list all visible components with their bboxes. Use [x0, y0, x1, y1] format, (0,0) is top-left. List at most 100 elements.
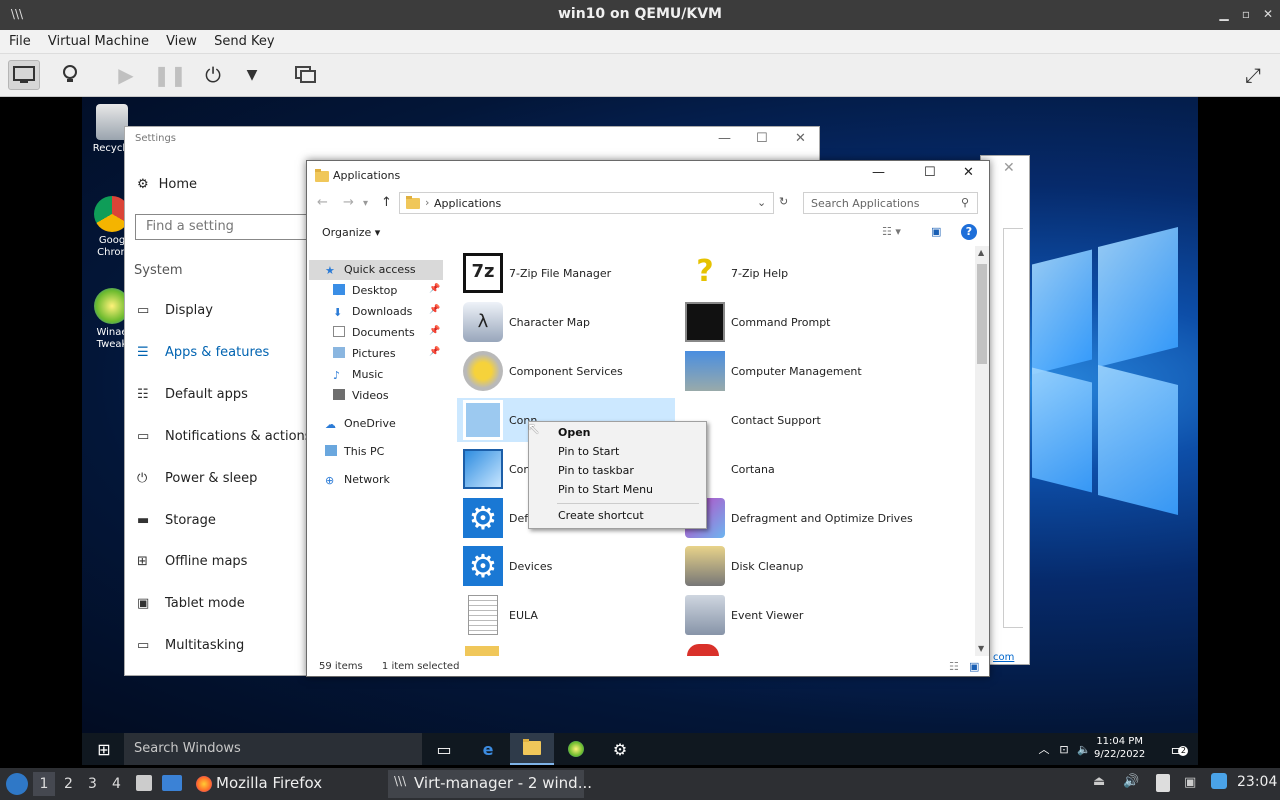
context-menu-pin-to-start-menu[interactable]: Pin to Start Menu: [558, 483, 653, 496]
network-tray-icon[interactable]: ⊡: [1054, 733, 1074, 765]
menu-file[interactable]: File: [9, 30, 31, 49]
context-menu-pin-to-start[interactable]: Pin to Start: [558, 445, 619, 458]
clipboard-icon[interactable]: [1156, 774, 1170, 792]
vertical-scrollbar[interactable]: ▲ ▼: [975, 246, 989, 656]
action-center-icon[interactable]: ▭2: [1156, 733, 1200, 765]
nav-network[interactable]: ⊕ Network: [325, 473, 390, 487]
app-item[interactable]: ⚙ Devices: [457, 544, 675, 588]
address-dropdown-icon[interactable]: ⌄: [757, 196, 766, 209]
view-options-icon[interactable]: ☷ ▾: [882, 225, 901, 238]
context-menu-create-shortcut[interactable]: Create shortcut: [558, 509, 644, 522]
file-manager-launcher-icon[interactable]: [136, 775, 152, 791]
task-virt-manager[interactable]: \\\ Virt-manager - 2 wind...: [388, 770, 592, 798]
refresh-icon[interactable]: ↻: [779, 195, 788, 208]
close-icon[interactable]: ✕: [1260, 6, 1276, 22]
edge-icon[interactable]: e: [466, 733, 510, 765]
minimize-icon[interactable]: —: [718, 131, 731, 146]
nav-quick-access[interactable]: ★ Quick access: [325, 263, 416, 277]
find-setting-input[interactable]: Find a setting: [135, 214, 335, 240]
large-icons-view-icon[interactable]: ▣: [969, 660, 979, 673]
nav-videos[interactable]: Videos: [333, 389, 389, 402]
nav-pictures[interactable]: Pictures 📌: [333, 347, 440, 360]
app-item[interactable]: ? 7-Zip Help: [679, 251, 897, 295]
task-view-icon[interactable]: ▭: [422, 733, 466, 765]
minimize-icon[interactable]: —: [872, 165, 885, 180]
nav-onedrive[interactable]: ☁ OneDrive: [325, 417, 396, 431]
maximize-icon[interactable]: ☐: [756, 131, 768, 146]
scroll-down-icon[interactable]: ▼: [978, 644, 984, 653]
app-item[interactable]: Defragment and Optimize Drives: [679, 496, 913, 540]
scrollbar-thumb[interactable]: [977, 264, 987, 364]
menu-virtual-machine[interactable]: Virtual Machine: [48, 30, 149, 49]
app-item[interactable]: Component Services: [457, 349, 675, 393]
eject-icon[interactable]: ⏏: [1093, 774, 1105, 789]
settings-gear-icon[interactable]: ⚙: [598, 733, 642, 765]
settings-nav-apps-features[interactable]: ☰ Apps & features: [137, 345, 269, 360]
preview-pane-icon[interactable]: ▣: [931, 225, 941, 238]
dropdown-icon[interactable]: ▼: [236, 60, 268, 90]
close-icon[interactable]: ✕: [795, 131, 806, 146]
app-item[interactable]: EULA: [457, 593, 675, 637]
windows-clock[interactable]: 11:04 PM 9/22/2022: [1094, 735, 1145, 761]
pause-icon[interactable]: ❚❚: [153, 60, 187, 90]
chrome-taskbar-icon[interactable]: [554, 733, 598, 765]
settings-nav-notifications[interactable]: ▭ Notifications & actions: [137, 429, 312, 444]
windows-start-icon[interactable]: ⊞: [82, 733, 126, 765]
menu-send-key[interactable]: Send Key: [214, 30, 274, 49]
app-item[interactable]: Cortana: [679, 447, 897, 491]
terminal-launcher-icon[interactable]: [162, 775, 182, 791]
battery-icon[interactable]: ▣: [1184, 775, 1196, 790]
forward-arrow-icon[interactable]: →: [343, 195, 354, 210]
settings-nav-display[interactable]: ▭ Display: [137, 303, 213, 318]
settings-nav-tablet-mode[interactable]: ▣ Tablet mode: [137, 596, 245, 611]
lightbulb-icon[interactable]: [54, 60, 86, 90]
settings-nav-storage[interactable]: ▬ Storage: [137, 513, 216, 528]
fullscreen-icon[interactable]: ⤢: [1237, 60, 1269, 90]
settings-nav-offline-maps[interactable]: ⊞ Offline maps: [137, 554, 247, 569]
search-applications-input[interactable]: Search Applications: [803, 192, 978, 214]
context-menu-pin-to-taskbar[interactable]: Pin to taskbar: [558, 464, 634, 477]
maximize-icon[interactable]: ▫: [1238, 6, 1254, 22]
app-item[interactable]: 7z 7-Zip File Manager: [457, 251, 675, 295]
task-firefox[interactable]: Mozilla Firefox: [190, 770, 383, 798]
workspace-3[interactable]: 3: [88, 776, 97, 792]
panel-clock[interactable]: 23:04: [1237, 774, 1277, 790]
help-icon[interactable]: ?: [961, 224, 977, 240]
settings-nav-multitasking[interactable]: ▭ Multitasking: [137, 638, 244, 653]
scroll-up-icon[interactable]: ▲: [978, 248, 984, 257]
app-item[interactable]: Command Prompt: [679, 300, 897, 344]
settings-nav-power-sleep[interactable]: ⏻ Power & sleep: [137, 471, 257, 486]
workspace-4[interactable]: 4: [112, 776, 121, 792]
nav-music[interactable]: ♪ Music: [333, 368, 383, 382]
close-icon[interactable]: ✕: [1003, 160, 1015, 176]
monitor-icon[interactable]: [8, 60, 40, 90]
file-explorer-icon[interactable]: [510, 733, 554, 765]
volume-icon[interactable]: 🔊: [1123, 774, 1139, 789]
power-icon[interactable]: ⏻: [197, 60, 229, 90]
play-icon[interactable]: ▶: [110, 60, 142, 90]
workspace-1[interactable]: 1: [33, 772, 55, 796]
app-item[interactable]: Computer Management: [679, 349, 897, 393]
app-item[interactable]: Event Viewer: [679, 593, 897, 637]
app-item[interactable]: λ Character Map: [457, 300, 675, 344]
nav-this-pc[interactable]: This PC: [325, 445, 384, 458]
up-arrow-icon[interactable]: ↑: [381, 195, 392, 210]
details-view-icon[interactable]: ☷: [949, 660, 959, 673]
windows-search-box[interactable]: Search Windows: [124, 733, 422, 765]
volume-icon[interactable]: 🔈: [1074, 733, 1094, 765]
context-menu-open[interactable]: Open: [558, 426, 591, 439]
app-item[interactable]: Contact Support: [679, 398, 897, 442]
explorer-window[interactable]: Applications — ☐ ✕ ← → ▾ ↑ › Application…: [306, 160, 990, 677]
updates-icon[interactable]: [1211, 773, 1227, 789]
tray-chevron-icon[interactable]: ︿: [1034, 733, 1054, 765]
background-window-link[interactable]: com: [993, 652, 1014, 663]
organize-button[interactable]: Organize ▾: [322, 226, 380, 239]
settings-nav-default-apps[interactable]: ☷ Default apps: [137, 387, 248, 402]
settings-home[interactable]: ⚙ Home: [137, 177, 197, 192]
menu-view[interactable]: View: [166, 30, 197, 49]
close-icon[interactable]: ✕: [963, 165, 974, 180]
app-menu-icon[interactable]: [6, 773, 28, 795]
workspace-2[interactable]: 2: [64, 776, 73, 792]
nav-downloads[interactable]: ⬇ Downloads 📌: [333, 305, 440, 319]
app-item[interactable]: Disk Cleanup: [679, 544, 897, 588]
